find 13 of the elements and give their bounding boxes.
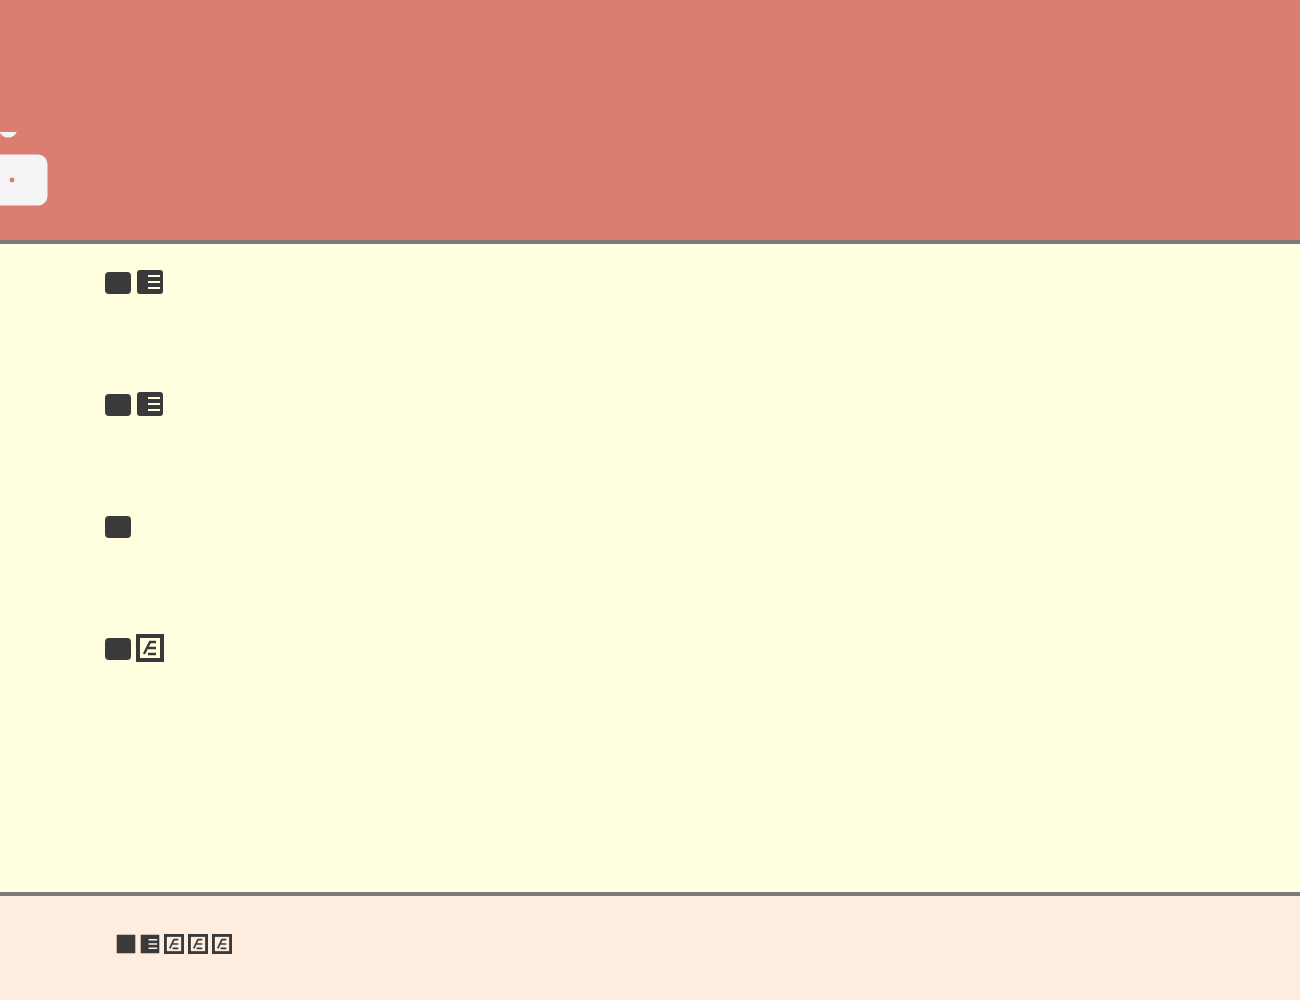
- square-icon[interactable]: [164, 934, 184, 954]
- tag-icon[interactable]: [0, 132, 48, 212]
- square-icon[interactable]: [212, 934, 232, 954]
- list-icon[interactable]: [136, 390, 164, 418]
- list-icon[interactable]: [136, 268, 164, 296]
- square-icon[interactable]: [188, 934, 208, 954]
- block-icon[interactable]: [116, 934, 136, 954]
- square-icon[interactable]: [136, 634, 164, 662]
- block-icon[interactable]: [104, 512, 132, 540]
- list-icon[interactable]: [140, 934, 160, 954]
- block-icon[interactable]: [104, 390, 132, 418]
- block-icon[interactable]: [104, 634, 132, 662]
- block-icon[interactable]: [104, 268, 132, 296]
